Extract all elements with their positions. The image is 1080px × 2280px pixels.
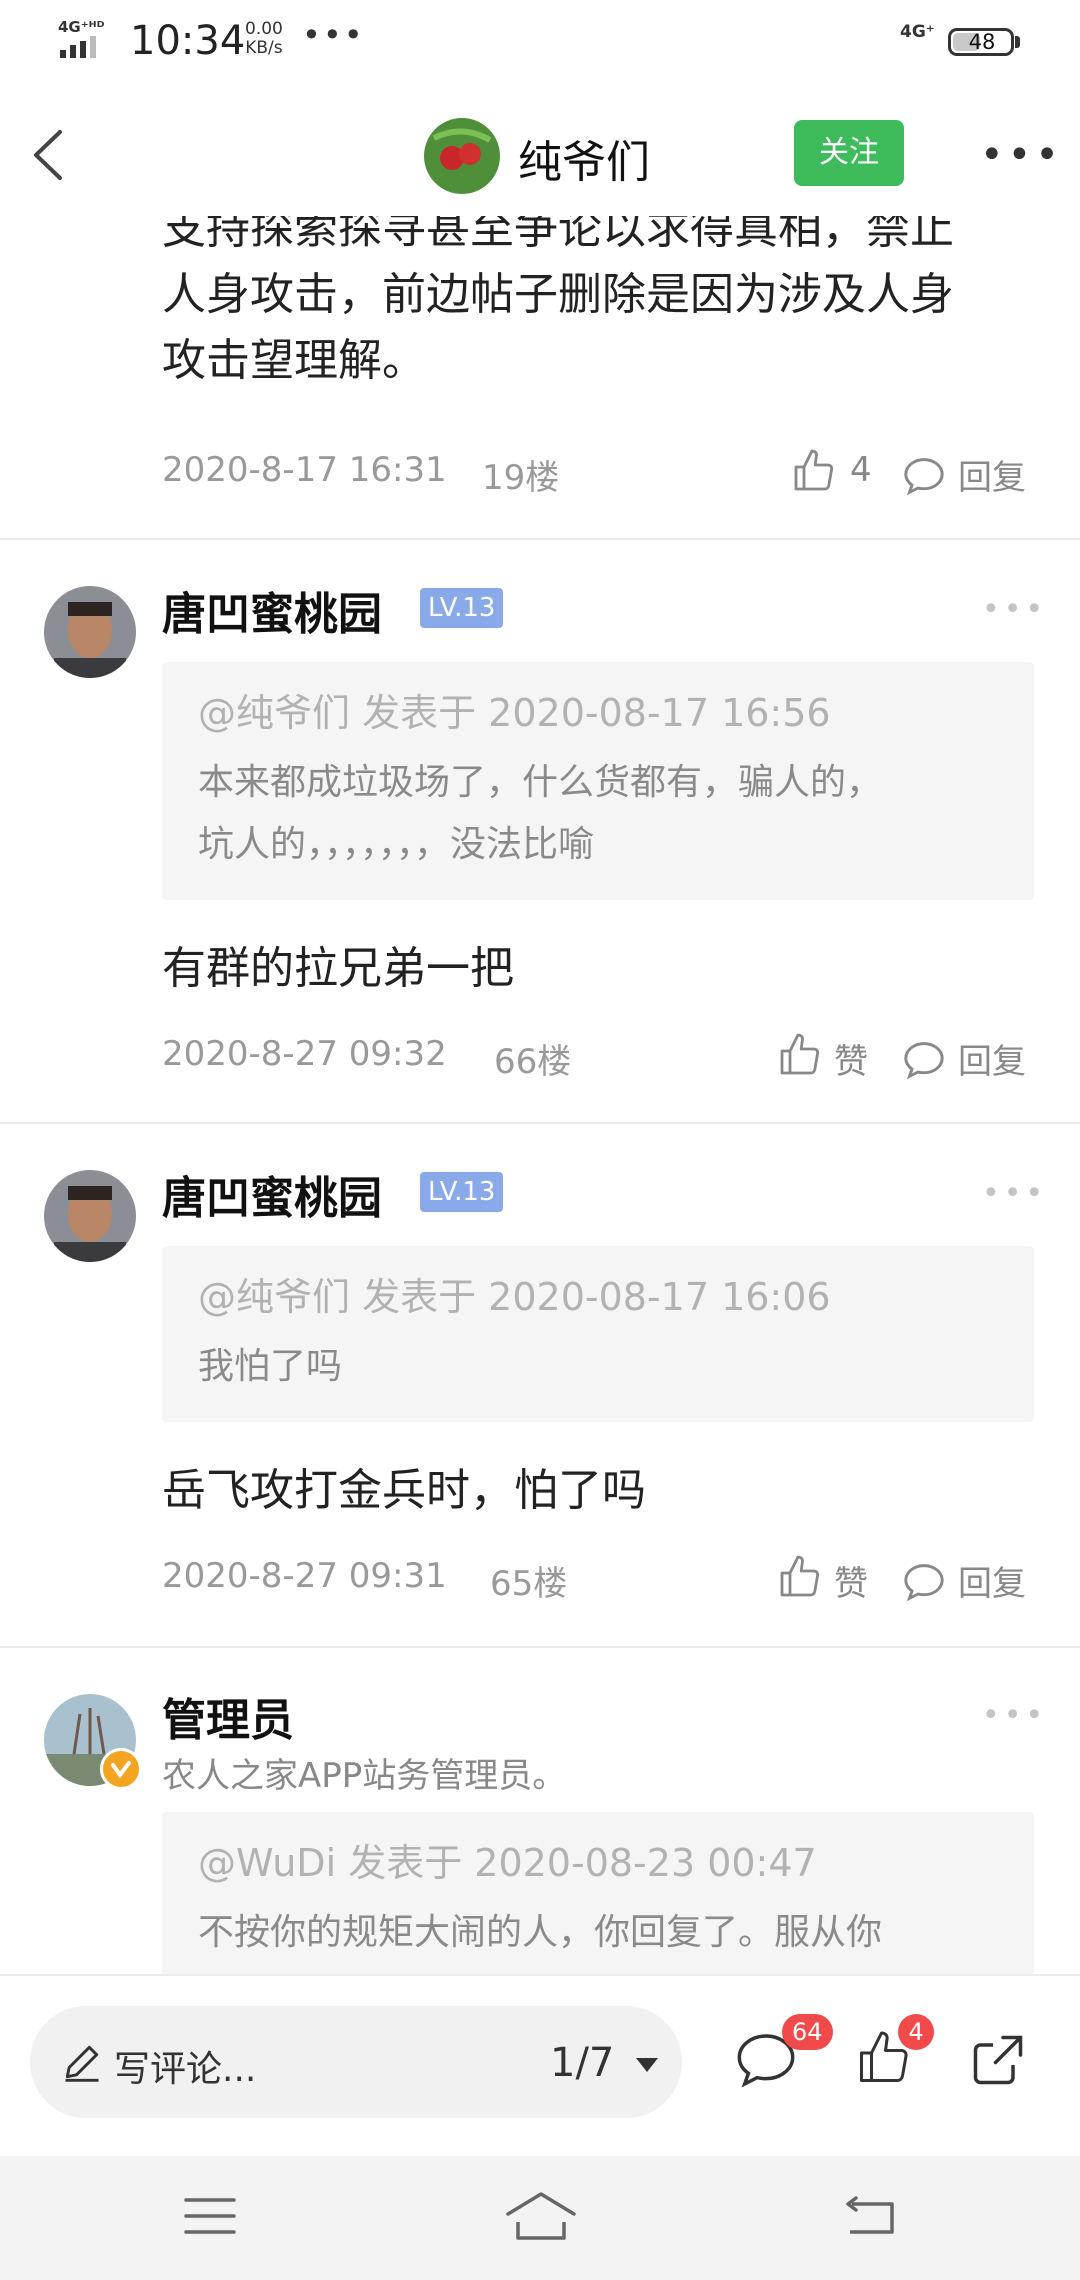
username[interactable]: 唐凹蜜桃园 — [162, 1162, 382, 1226]
like-label: 赞 — [834, 1042, 868, 1082]
post-more-icon[interactable]: ••• — [982, 592, 1047, 627]
reply-button[interactable]: 回复 — [902, 1552, 1042, 1608]
quote-block[interactable]: @纯爷们 发表于 2020-08-17 16:56 本来都成垃圾场了，什么货都有… — [162, 662, 1034, 900]
divider — [0, 1646, 1080, 1648]
quote-header: @纯爷们 发表于 2020-08-17 16:06 — [198, 1275, 831, 1319]
avatar-image — [424, 118, 500, 194]
reply-label: 回复 — [958, 458, 1026, 498]
avatar-image — [44, 1170, 136, 1262]
share-icon — [973, 2035, 1023, 2085]
like-button[interactable]: 赞 — [776, 1552, 880, 1608]
follow-button[interactable]: 关注 — [794, 120, 904, 186]
back-nav-icon[interactable] — [842, 2194, 898, 2238]
caret-down-icon[interactable] — [634, 2056, 660, 2074]
comment-placeholder: 写评论... — [114, 2049, 257, 2090]
quote-text: 我怕了吗 — [198, 1336, 342, 1398]
quote-block[interactable]: @纯爷们 发表于 2020-08-17 16:06 我怕了吗 — [162, 1246, 1034, 1422]
level-badge: LV.13 — [420, 1172, 504, 1212]
reply-label: 回复 — [958, 1042, 1026, 1082]
menu-icon[interactable] — [182, 2194, 238, 2238]
divider — [0, 538, 1080, 540]
more-notifications-icon: ••• — [302, 16, 365, 54]
bottom-action-bar: 写评论... 1/7 64 4 — [0, 1974, 1080, 2156]
quote-line: 我怕了吗 — [198, 1346, 343, 1387]
more-options-icon[interactable]: ••• — [980, 135, 1063, 175]
thumbs-up-icon — [780, 1555, 820, 1597]
post-date: 2020-8-27 09:31 — [162, 1556, 447, 1596]
post-text: 支持探索探寻甚至争论以求得真相，禁止 人身攻击，前边帖子删除是因为涉及人身 攻击… — [162, 196, 954, 394]
app-header: 纯爷们 关注 ••• — [0, 96, 1080, 216]
divider — [0, 1122, 1080, 1124]
comment-icon — [904, 458, 944, 496]
post-text-line: 攻击望理解。 — [162, 335, 426, 386]
back-arrow-icon[interactable] — [24, 120, 84, 190]
quote-header: @纯爷们 发表于 2020-08-17 16:56 — [198, 691, 831, 735]
net-speed: 0.00 KB/s — [245, 20, 283, 58]
post-text: 有群的拉兄弟一把 — [162, 943, 514, 994]
home-icon[interactable] — [504, 2188, 578, 2244]
thumbs-up-icon — [780, 1033, 820, 1075]
like-label: 赞 — [834, 1564, 868, 1604]
user-subtitle: 农人之家APP站务管理员。 — [162, 1756, 567, 1796]
quote-text: 本来都成垃圾场了，什么货都有，骗人的， 坑人的，，，，，，，没法比喻 — [198, 752, 882, 876]
thumbs-up-icon — [794, 449, 834, 491]
system-nav-bar — [0, 2154, 1080, 2280]
network-indicator: 4G⁺ᴴᴰ — [58, 18, 105, 36]
post-floor: 19楼 — [482, 458, 560, 498]
post-floor: 66楼 — [494, 1042, 572, 1082]
net-speed-value: 0.00 — [245, 19, 283, 39]
quote-line: 不按你的规矩大闹的人，你回复了。服从你 — [198, 1912, 883, 1953]
battery-tip — [1015, 36, 1020, 48]
quote-text: 不按你的规矩大闹的人，你回复了。服从你 — [198, 1902, 882, 1964]
like-button[interactable]: 赞 — [776, 1030, 880, 1086]
comment-input[interactable]: 写评论... 1/7 — [30, 2006, 682, 2118]
avatar[interactable] — [44, 1170, 136, 1262]
post-text: 岳飞攻打金兵时，怕了吗 — [162, 1465, 646, 1516]
avatar[interactable] — [44, 586, 136, 678]
like-count-badge: 4 — [898, 2014, 934, 2050]
comment-icon — [904, 1042, 944, 1080]
signal-icon — [60, 36, 96, 58]
level-badge: LV.13 — [420, 588, 504, 628]
network-indicator-right: 4G⁺ — [900, 22, 935, 42]
quote-header: @WuDi 发表于 2020-08-23 00:47 — [198, 1841, 817, 1885]
like-button[interactable]: 4 — [790, 446, 880, 502]
comment-count-badge: 64 — [782, 2014, 833, 2050]
reply-button[interactable]: 回复 — [902, 446, 1042, 502]
comment-icon — [904, 1564, 944, 1602]
like-count: 4 — [850, 450, 872, 490]
post-floor: 65楼 — [490, 1564, 568, 1604]
pencil-icon — [65, 2045, 99, 2082]
username[interactable]: 管理员 — [162, 1684, 294, 1748]
post-more-icon[interactable]: ••• — [982, 1176, 1047, 1211]
avatar-image — [44, 586, 136, 678]
quote-line: 坑人的，，，，，，，没法比喻 — [198, 824, 595, 865]
share-button[interactable] — [960, 2020, 1040, 2100]
status-bar: 4G⁺ᴴᴰ 10:34 0.00 KB/s ••• 4G⁺ 48 — [0, 0, 1080, 90]
post-text-line: 人身攻击，前边帖子删除是因为涉及人身 — [162, 269, 954, 320]
reply-label: 回复 — [958, 1564, 1026, 1604]
username[interactable]: 唐凹蜜桃园 — [162, 578, 382, 642]
post-date: 2020-8-17 16:31 — [162, 450, 447, 490]
post-more-icon[interactable]: ••• — [982, 1698, 1047, 1733]
quote-line: 本来都成垃圾场了，什么货都有，骗人的， — [198, 762, 883, 803]
verified-badge-icon — [100, 1748, 142, 1790]
battery-level: 48 — [968, 30, 996, 54]
clock: 10:34 — [130, 18, 246, 64]
author-avatar[interactable] — [424, 118, 500, 194]
net-speed-unit: KB/s — [245, 38, 283, 58]
page-indicator[interactable]: 1/7 — [550, 2040, 614, 2086]
post-date: 2020-8-27 09:32 — [162, 1034, 447, 1074]
reply-button[interactable]: 回复 — [902, 1030, 1042, 1086]
page-title: 纯爷们 — [518, 137, 650, 188]
